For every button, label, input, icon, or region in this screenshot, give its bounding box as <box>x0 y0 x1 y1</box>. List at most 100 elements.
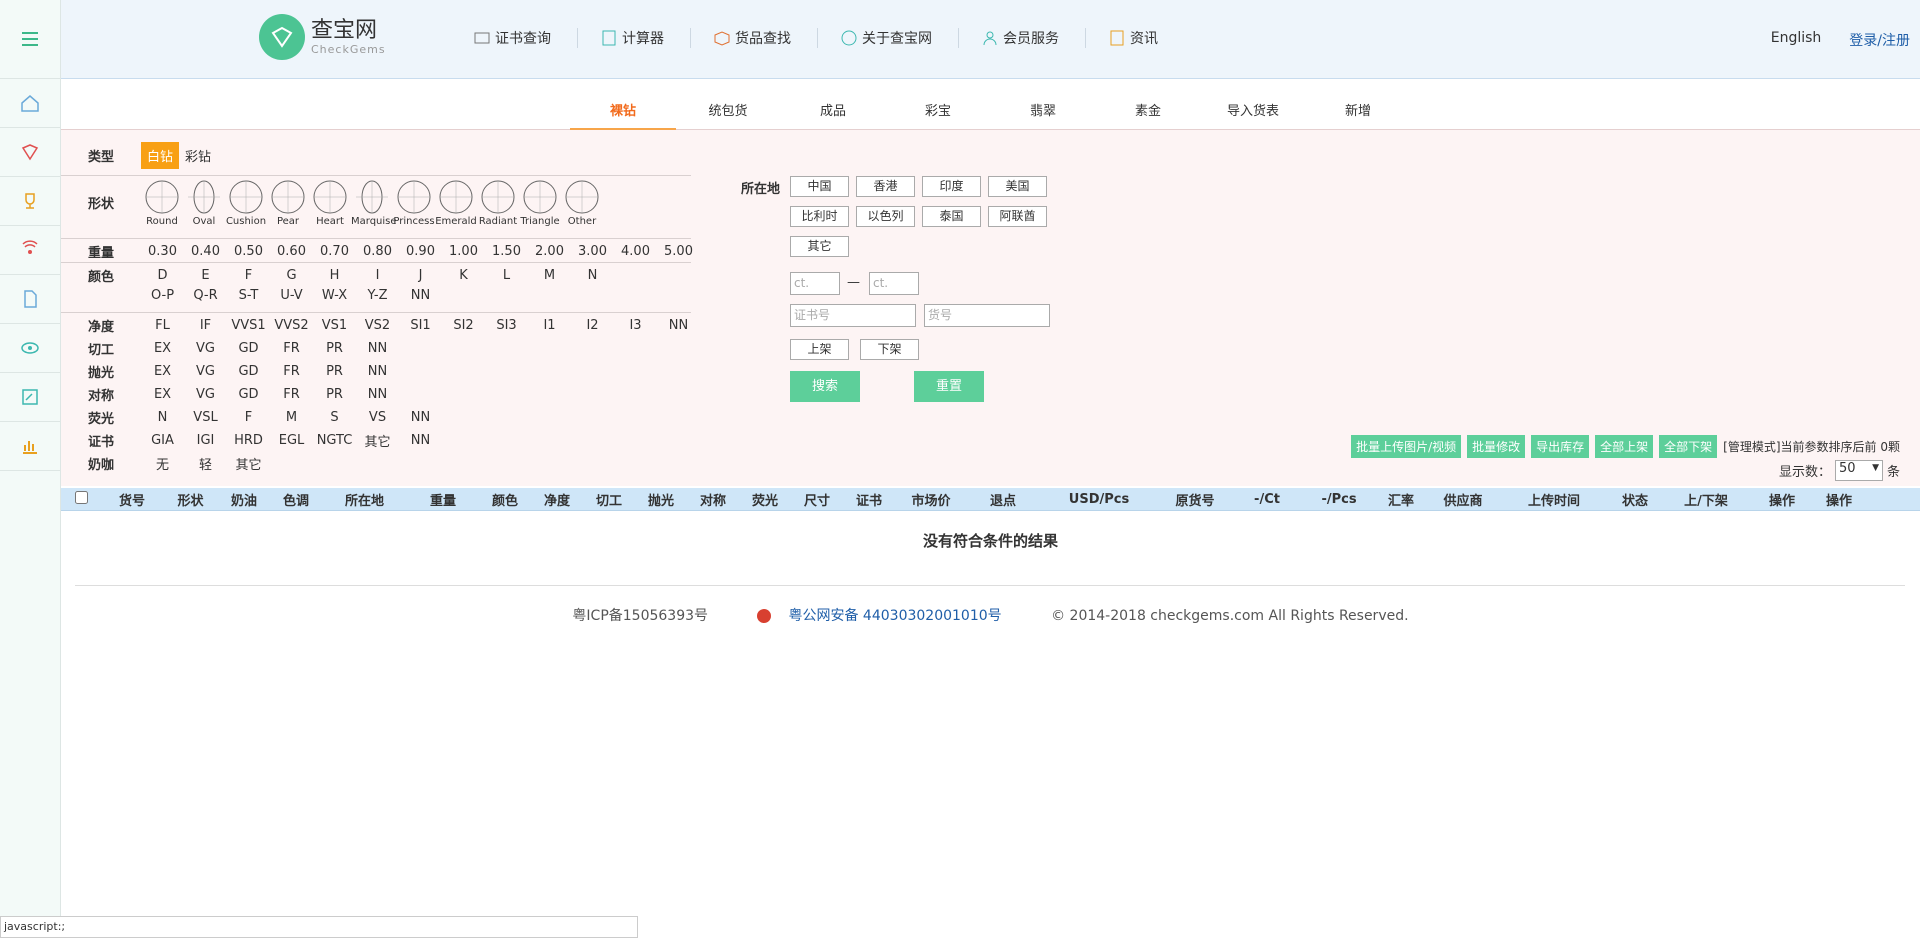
milky-option[interactable]: 轻 <box>184 454 227 473</box>
clarity-option[interactable]: VVS1 <box>227 318 270 333</box>
weights-option[interactable]: 4.00 <box>614 244 657 259</box>
select-all-checkbox[interactable] <box>74 490 88 504</box>
sidebar-home[interactable] <box>0 79 60 128</box>
colors1-option[interactable]: F <box>227 268 270 283</box>
sym-option[interactable]: PR <box>313 387 356 402</box>
sidebar-signal[interactable] <box>0 226 60 275</box>
column-header[interactable]: 证书 <box>843 490 895 509</box>
tab-gem[interactable]: 彩宝 <box>885 100 991 130</box>
clarity-option[interactable]: VS2 <box>356 318 399 333</box>
police-link[interactable]: 粤公网安备 44030302001010号 <box>742 608 1016 624</box>
shape-radiant[interactable]: Radiant <box>477 178 519 227</box>
ct-from-input[interactable]: ct. <box>790 272 840 295</box>
sym-option[interactable]: VG <box>184 387 227 402</box>
sym-option[interactable]: EX <box>141 387 184 402</box>
clarity-option[interactable]: FL <box>141 318 184 333</box>
polish-option[interactable]: VG <box>184 364 227 379</box>
polish-option[interactable]: PR <box>313 364 356 379</box>
fluor-option[interactable]: VSL <box>184 410 227 425</box>
colors1-option[interactable]: H <box>313 268 356 283</box>
cert-option[interactable]: NGTC <box>313 433 356 448</box>
clarity-option[interactable]: I1 <box>528 318 571 333</box>
cut-option[interactable]: GD <box>227 341 270 356</box>
column-header[interactable]: 汇率 <box>1375 490 1427 509</box>
location-option[interactable]: 中国 <box>790 176 849 197</box>
column-header[interactable]: -/Pcs <box>1303 492 1375 507</box>
location-option[interactable]: 印度 <box>922 176 981 197</box>
nav-member[interactable]: 会员服务 <box>959 28 1086 48</box>
export-button[interactable]: 导出库存 <box>1531 435 1590 458</box>
colors2-option[interactable]: NN <box>399 288 442 303</box>
clarity-option[interactable]: IF <box>184 318 227 333</box>
column-header[interactable]: 荧光 <box>739 490 791 509</box>
colors1-option[interactable]: L <box>485 268 528 283</box>
fluor-option[interactable]: VS <box>356 410 399 425</box>
location-option[interactable]: 香港 <box>856 176 915 197</box>
search-button[interactable]: 搜索 <box>790 371 860 402</box>
location-option[interactable]: 美国 <box>988 176 1047 197</box>
colors1-option[interactable]: I <box>356 268 399 283</box>
cut-option[interactable]: VG <box>184 341 227 356</box>
colors2-option[interactable]: Y-Z <box>356 288 399 303</box>
weights-option[interactable]: 3.00 <box>571 244 614 259</box>
milky-option[interactable]: 无 <box>141 454 184 473</box>
weights-option[interactable]: 0.30 <box>141 244 184 259</box>
column-header[interactable]: 形状 <box>163 490 218 509</box>
polish-option[interactable]: EX <box>141 364 184 379</box>
shape-pear[interactable]: Pear <box>267 178 309 227</box>
column-header[interactable]: 操作 <box>1751 490 1813 509</box>
language-link[interactable]: English <box>1771 30 1822 50</box>
colors2-option[interactable]: O-P <box>141 288 184 303</box>
colors1-option[interactable]: J <box>399 268 442 283</box>
column-header[interactable]: 净度 <box>531 490 583 509</box>
type-white[interactable]: 白钻 <box>141 142 180 169</box>
sidebar-eye[interactable] <box>0 324 60 373</box>
weights-option[interactable]: 2.00 <box>528 244 571 259</box>
nav-about[interactable]: 关于查宝网 <box>818 28 959 48</box>
sidebar-chart[interactable] <box>0 422 60 471</box>
type-fancy[interactable]: 彩钻 <box>179 142 217 169</box>
shape-marquise[interactable]: Marquise <box>351 178 397 227</box>
polish-option[interactable]: NN <box>356 364 399 379</box>
colors1-option[interactable]: M <box>528 268 571 283</box>
colors2-option[interactable]: S-T <box>227 288 270 303</box>
colors2-option[interactable]: U-V <box>270 288 313 303</box>
clarity-option[interactable]: SI2 <box>442 318 485 333</box>
ct-to-input[interactable]: ct. <box>869 272 919 295</box>
sym-option[interactable]: FR <box>270 387 313 402</box>
column-header[interactable]: 货号 <box>101 490 163 509</box>
column-header[interactable]: 颜色 <box>479 490 531 509</box>
nav-calc[interactable]: 计算器 <box>578 28 691 48</box>
column-header[interactable]: 退点 <box>967 490 1039 509</box>
location-option[interactable]: 以色列 <box>856 206 915 227</box>
tab-finished[interactable]: 成品 <box>780 100 886 130</box>
weights-option[interactable]: 0.80 <box>356 244 399 259</box>
weights-option[interactable]: 0.60 <box>270 244 313 259</box>
column-header[interactable]: 上/下架 <box>1661 490 1751 509</box>
fluor-option[interactable]: N <box>141 410 184 425</box>
reset-button[interactable]: 重置 <box>914 371 984 402</box>
column-header[interactable]: 奶油 <box>218 490 270 509</box>
column-header[interactable]: 所在地 <box>322 490 407 509</box>
column-header[interactable]: 上传时间 <box>1499 490 1609 509</box>
cut-option[interactable]: FR <box>270 341 313 356</box>
stock-no-input[interactable]: 货号 <box>924 304 1050 327</box>
sidebar-jewelry[interactable] <box>0 177 60 226</box>
tab-loose[interactable]: 裸钻 <box>570 100 676 130</box>
column-header[interactable]: 抛光 <box>635 490 687 509</box>
shape-emerald[interactable]: Emerald <box>435 178 477 227</box>
polish-option[interactable]: GD <box>227 364 270 379</box>
clarity-option[interactable]: I3 <box>614 318 657 333</box>
shape-other[interactable]: Other <box>561 178 603 227</box>
nav-news[interactable]: 资讯 <box>1086 28 1184 48</box>
cert-option[interactable]: EGL <box>270 433 313 448</box>
location-option[interactable]: 阿联酋 <box>988 206 1047 227</box>
weights-option[interactable]: 0.50 <box>227 244 270 259</box>
clarity-option[interactable]: VVS2 <box>270 318 313 333</box>
logo[interactable]: 查宝网 CheckGems <box>259 14 386 60</box>
polish-option[interactable]: FR <box>270 364 313 379</box>
cert-option[interactable]: IGI <box>184 433 227 448</box>
sidebar-docs[interactable] <box>0 275 60 324</box>
shape-oval[interactable]: Oval <box>183 178 225 227</box>
column-header[interactable]: 色调 <box>270 490 322 509</box>
